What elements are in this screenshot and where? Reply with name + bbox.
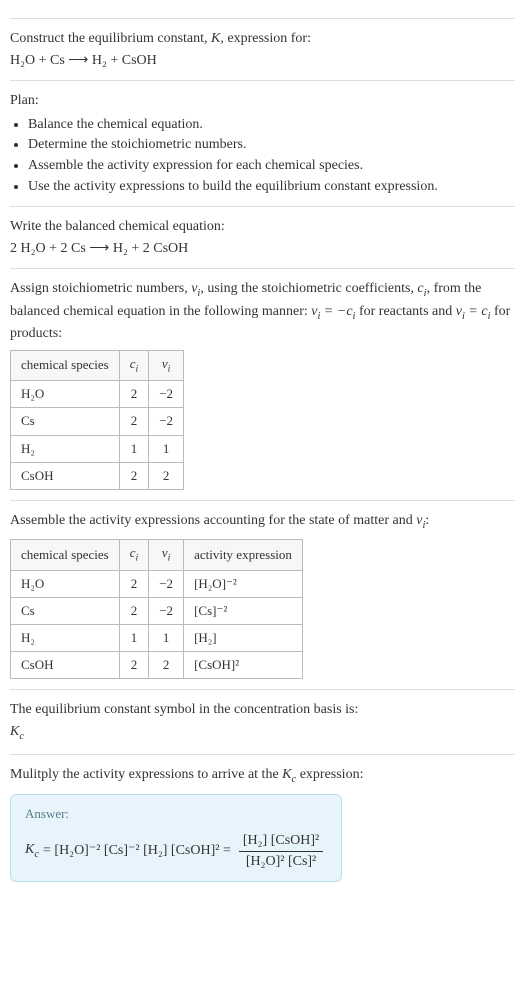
table-header-row: chemical species ci νi bbox=[11, 350, 184, 380]
intro-section: Construct the equilibrium constant, K, e… bbox=[10, 18, 515, 70]
answer-box: Answer: Kc = [H₂O]⁻² [Cs]⁻² [H₂] [CsOH]²… bbox=[10, 794, 342, 882]
activity-table: chemical species ci νi activity expressi… bbox=[10, 539, 303, 679]
col-nui: νi bbox=[149, 540, 184, 570]
cell-ci: 2 bbox=[119, 652, 149, 679]
stoich-text-b: , using the stoichiometric coefficients, bbox=[200, 281, 417, 296]
cell-activity: [CsOH]² bbox=[184, 652, 303, 679]
table-row: H₂ 1 1 [H₂] bbox=[11, 624, 303, 651]
cell-activity: [H₂O]⁻² bbox=[184, 570, 303, 597]
table-header-row: chemical species ci νi activity expressi… bbox=[11, 540, 303, 570]
cell-ci: 1 bbox=[119, 624, 149, 651]
col-species: chemical species bbox=[11, 540, 120, 570]
intro-equation: H₂O + Cs ⟶ H₂ + CsOH bbox=[10, 51, 515, 71]
activity-section: Assemble the activity expressions accoun… bbox=[10, 500, 515, 679]
col-activity: activity expression bbox=[184, 540, 303, 570]
multiply-text: Mulitply the activity expressions to arr… bbox=[10, 765, 515, 787]
multiply-section: Mulitply the activity expressions to arr… bbox=[10, 754, 515, 882]
kc-lhs: Kc bbox=[25, 840, 39, 862]
rel-products: νi = ci bbox=[456, 304, 491, 319]
activity-text-b: : bbox=[425, 513, 429, 528]
cell-ci: 2 bbox=[119, 570, 149, 597]
stoich-text: Assign stoichiometric numbers, νi, using… bbox=[10, 279, 515, 344]
cell-nui: −2 bbox=[149, 408, 184, 435]
intro-text-a: Construct the equilibrium constant, bbox=[10, 31, 211, 46]
cell-activity: [H₂] bbox=[184, 624, 303, 651]
kc-numerator: [H₂] [CsOH]² bbox=[239, 831, 323, 852]
cell-species: Cs bbox=[11, 408, 120, 435]
table-row: Cs 2 −2 bbox=[11, 408, 184, 435]
cell-nui: −2 bbox=[149, 381, 184, 408]
k-sub: c bbox=[34, 849, 39, 860]
cell-nui: 2 bbox=[149, 462, 184, 489]
col-ci: ci bbox=[119, 350, 149, 380]
cell-species: CsOH bbox=[11, 462, 120, 489]
cell-species: H₂O bbox=[11, 570, 120, 597]
stoich-text-d: for reactants and bbox=[355, 304, 455, 319]
answer-expression: Kc = [H₂O]⁻² [Cs]⁻² [H₂] [CsOH]² = [H₂] … bbox=[25, 831, 327, 871]
balanced-equation: 2 H₂O + 2 Cs ⟶ H₂ + 2 CsOH bbox=[10, 239, 515, 259]
cell-nui: 1 bbox=[149, 624, 184, 651]
stoich-section: Assign stoichiometric numbers, νi , using… bbox=[10, 268, 515, 490]
cell-ci: 2 bbox=[119, 597, 149, 624]
table-row: CsOH 2 2 [CsOH]² bbox=[11, 652, 303, 679]
symbol-kc: Kc bbox=[10, 722, 515, 744]
table-row: Cs 2 −2 [Cs]⁻² bbox=[11, 597, 303, 624]
cell-ci: 2 bbox=[119, 408, 149, 435]
cell-species: Cs bbox=[11, 597, 120, 624]
kc-flat: = [H₂O]⁻² [Cs]⁻² [H₂] [CsOH]² = bbox=[43, 841, 231, 861]
intro-text-b: , expression for: bbox=[220, 31, 311, 46]
k-symbol: K bbox=[25, 842, 34, 857]
cell-ci: 1 bbox=[119, 435, 149, 462]
table-row: H₂ 1 1 bbox=[11, 435, 184, 462]
table-row: CsOH 2 2 bbox=[11, 462, 184, 489]
symbol-text: The equilibrium constant symbol in the c… bbox=[10, 700, 515, 720]
plan-section: Plan: Balance the chemical equation. Det… bbox=[10, 80, 515, 196]
kc-denominator: [H₂O]² [Cs]² bbox=[239, 852, 323, 872]
balanced-section: Write the balanced chemical equation: 2 … bbox=[10, 206, 515, 258]
col-nui: νi bbox=[149, 350, 184, 380]
intro-k: K bbox=[211, 31, 220, 46]
col-species: chemical species bbox=[11, 350, 120, 380]
cell-nui: 2 bbox=[149, 652, 184, 679]
table-row: H₂O 2 −2 bbox=[11, 381, 184, 408]
k-symbol: K bbox=[10, 724, 19, 739]
plan-list: Balance the chemical equation. Determine… bbox=[10, 115, 515, 196]
activity-text-a: Assemble the activity expressions accoun… bbox=[10, 513, 416, 528]
rel-reactants: νi = −ci bbox=[311, 304, 355, 319]
kc-fraction: [H₂] [CsOH]² [H₂O]² [Cs]² bbox=[239, 831, 323, 871]
stoich-table: chemical species ci νi H₂O 2 −2 Cs 2 −2 … bbox=[10, 350, 184, 490]
k-sub: c bbox=[19, 731, 24, 742]
table-row: H₂O 2 −2 [H₂O]⁻² bbox=[11, 570, 303, 597]
plan-heading: Plan: bbox=[10, 91, 515, 111]
cell-nui: −2 bbox=[149, 597, 184, 624]
plan-item: Balance the chemical equation. bbox=[28, 115, 515, 135]
cell-nui: −2 bbox=[149, 570, 184, 597]
plan-item: Assemble the activity expression for eac… bbox=[28, 156, 515, 176]
cell-ci: 2 bbox=[119, 462, 149, 489]
cell-activity: [Cs]⁻² bbox=[184, 597, 303, 624]
cell-species: H₂O bbox=[11, 381, 120, 408]
cell-species: CsOH bbox=[11, 652, 120, 679]
symbol-section: The equilibrium constant symbol in the c… bbox=[10, 689, 515, 744]
intro-line: Construct the equilibrium constant, K, e… bbox=[10, 29, 515, 49]
activity-text: Assemble the activity expressions accoun… bbox=[10, 511, 515, 533]
cell-species: H₂ bbox=[11, 624, 120, 651]
stoich-text-a: Assign stoichiometric numbers, bbox=[10, 281, 191, 296]
multiply-text-b: expression: bbox=[296, 767, 363, 782]
multiply-text-a: Mulitply the activity expressions to arr… bbox=[10, 767, 282, 782]
k-symbol: K bbox=[282, 767, 291, 782]
plan-item: Determine the stoichiometric numbers. bbox=[28, 135, 515, 155]
col-ci: ci bbox=[119, 540, 149, 570]
cell-species: H₂ bbox=[11, 435, 120, 462]
answer-label: Answer: bbox=[25, 805, 327, 823]
plan-item: Use the activity expressions to build th… bbox=[28, 177, 515, 197]
cell-ci: 2 bbox=[119, 381, 149, 408]
balanced-heading: Write the balanced chemical equation: bbox=[10, 217, 515, 237]
cell-nui: 1 bbox=[149, 435, 184, 462]
